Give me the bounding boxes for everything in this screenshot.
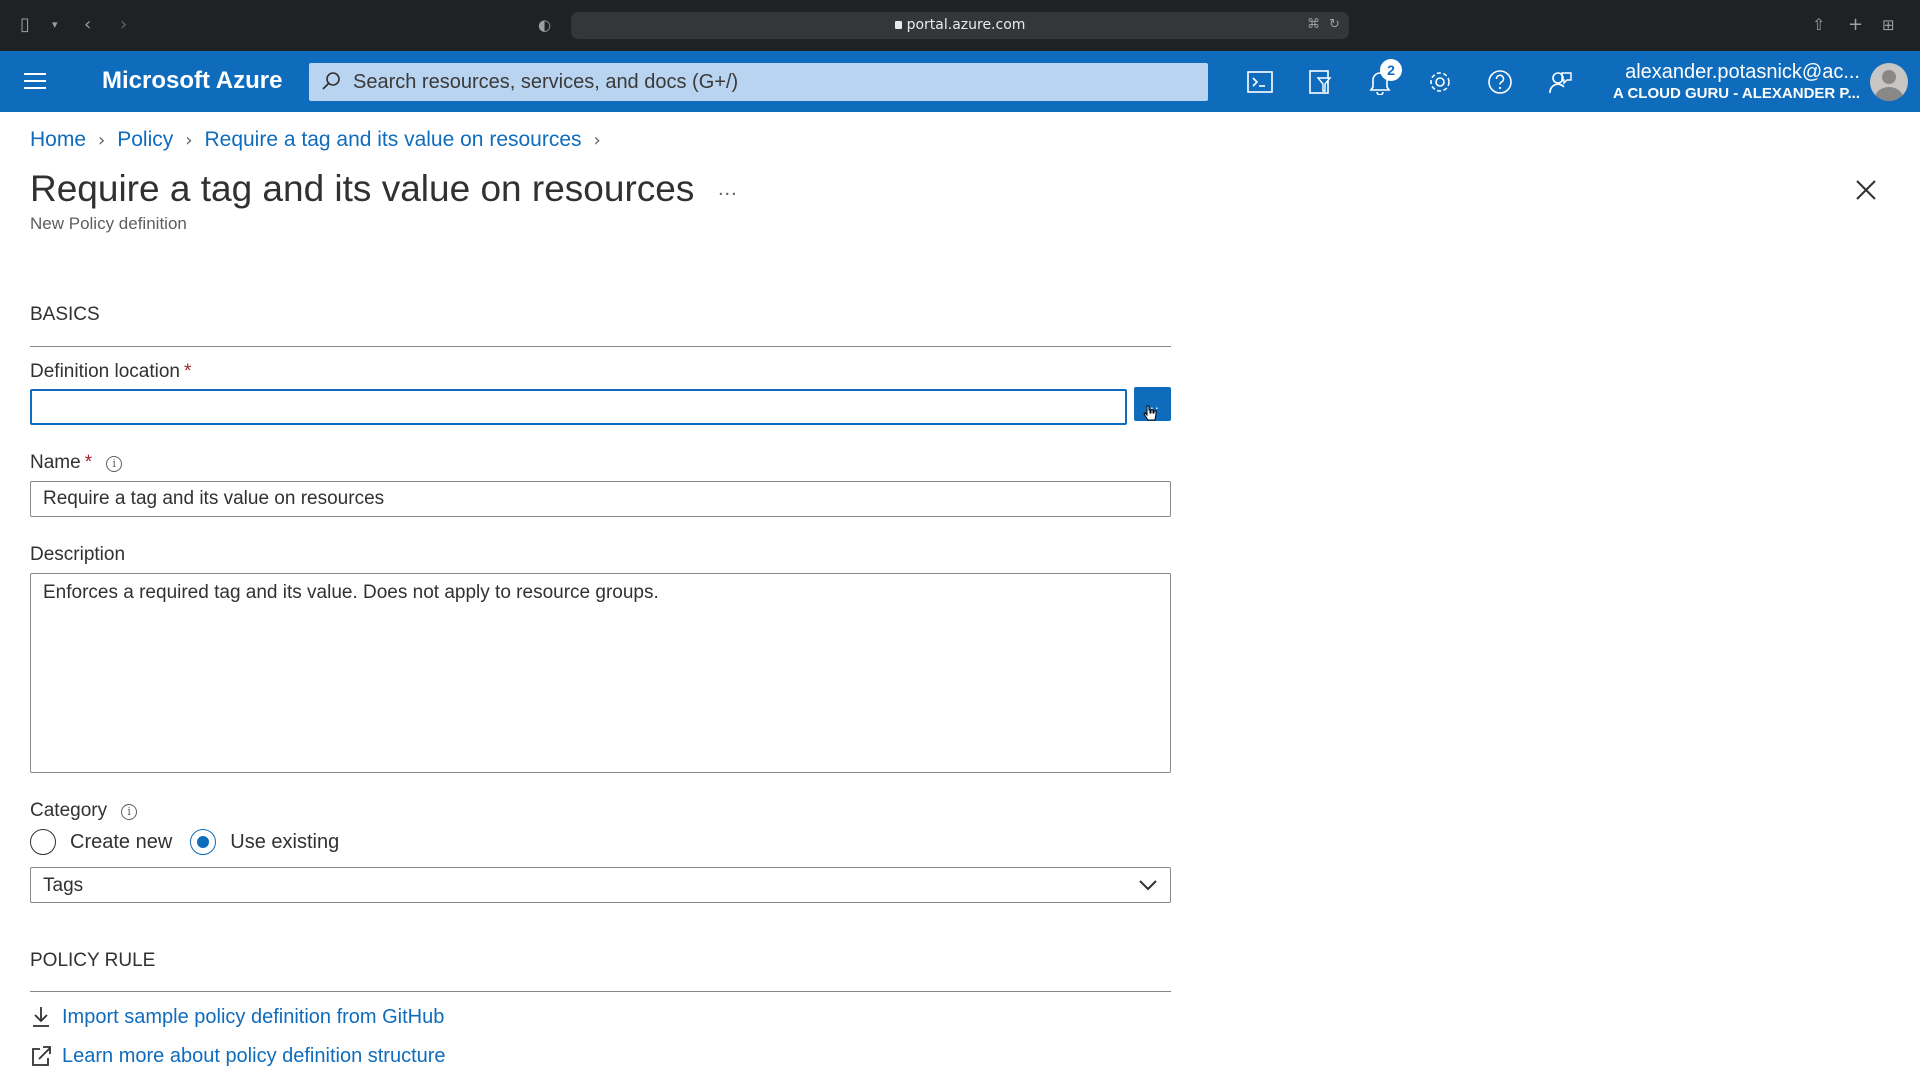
- description-textarea[interactable]: Enforces a required tag and its value. D…: [30, 573, 1171, 773]
- share-icon[interactable]: ⇧: [1812, 14, 1825, 36]
- name-input[interactable]: [30, 481, 1171, 517]
- chevron-down-icon: [1139, 880, 1157, 891]
- description-label: Description: [30, 544, 126, 565]
- directory-filter-icon[interactable]: [1305, 67, 1335, 97]
- feedback-icon[interactable]: [1545, 67, 1575, 97]
- breadcrumb-policy-definition[interactable]: Require a tag and its value on resources: [204, 128, 581, 152]
- chevron-right-icon: ›: [98, 129, 106, 151]
- download-icon: [33, 1007, 49, 1027]
- url-text: portal.azure.com: [906, 17, 1026, 33]
- required-marker: *: [183, 361, 192, 382]
- category-radio-group: Create new Use existing: [30, 829, 357, 855]
- cloud-shell-icon[interactable]: [1245, 67, 1275, 97]
- lock-icon: [894, 21, 902, 29]
- breadcrumb-policy[interactable]: Policy: [117, 128, 173, 152]
- chevron-right-icon: ›: [185, 129, 193, 151]
- search-icon: [322, 72, 340, 90]
- section-divider: [30, 991, 1171, 992]
- required-marker: *: [84, 452, 93, 473]
- page-subtitle: New Policy definition: [30, 214, 187, 233]
- import-sample-link[interactable]: Import sample policy definition from Git…: [62, 1006, 444, 1029]
- name-label: Name * i: [30, 452, 123, 474]
- reload-icon[interactable]: ↻: [1329, 17, 1340, 32]
- chevron-down-icon[interactable]: ▾: [52, 14, 58, 36]
- import-sample-link-row: Import sample policy definition from Git…: [30, 1005, 444, 1029]
- info-icon[interactable]: i: [121, 804, 138, 820]
- category-label: Category i: [30, 800, 138, 822]
- translate-icon[interactable]: ⌘: [1307, 17, 1320, 32]
- pointer-cursor-icon: [1143, 405, 1157, 421]
- tab-overview-icon[interactable]: ⊞: [1882, 14, 1895, 36]
- avatar[interactable]: [1870, 63, 1908, 101]
- browser-toolbar: ▯ ▾ ‹ › ◐ portal.azure.com ⌘ ↻ ⇧ + ⊞: [0, 0, 1920, 51]
- gear-icon[interactable]: [1425, 67, 1455, 97]
- shield-icon[interactable]: ◐: [538, 14, 551, 36]
- category-dropdown[interactable]: Tags: [30, 867, 1171, 903]
- menu-icon[interactable]: [24, 73, 46, 89]
- sidebar-toggle-icon[interactable]: ▯: [20, 14, 30, 36]
- info-icon[interactable]: i: [106, 456, 123, 472]
- policy-rule-section-title: POLICY RULE: [30, 950, 156, 971]
- new-tab-icon[interactable]: +: [1848, 14, 1863, 36]
- account-email: alexander.potasnick@ac...: [1625, 61, 1860, 83]
- definition-location-label: Definition location *: [30, 361, 192, 382]
- learn-more-link[interactable]: Learn more about policy definition struc…: [62, 1045, 446, 1068]
- breadcrumb-home[interactable]: Home: [30, 128, 86, 152]
- forward-icon[interactable]: ›: [120, 14, 127, 36]
- back-icon[interactable]: ‹: [84, 14, 91, 36]
- breadcrumb: Home › Policy › Require a tag and its va…: [30, 128, 613, 152]
- search-input[interactable]: [353, 63, 1193, 101]
- account-directory: A CLOUD GURU - ALEXANDER P...: [1613, 85, 1860, 102]
- section-divider: [30, 346, 1171, 347]
- radio-use-existing[interactable]: Use existing: [190, 829, 339, 855]
- category-selected-value: Tags: [43, 875, 84, 896]
- learn-more-link-row: Learn more about policy definition struc…: [30, 1044, 446, 1068]
- address-bar[interactable]: portal.azure.com ⌘ ↻: [571, 12, 1349, 39]
- global-search[interactable]: [309, 63, 1208, 101]
- radio-create-new[interactable]: Create new: [30, 829, 172, 855]
- brand-name[interactable]: Microsoft Azure: [102, 67, 282, 95]
- radio-button[interactable]: [30, 829, 56, 855]
- portal-header: Microsoft Azure 2 alexander.potasnick@ac…: [0, 51, 1920, 112]
- close-icon[interactable]: [1853, 177, 1879, 203]
- basics-section-title: BASICS: [30, 304, 100, 325]
- definition-location-input[interactable]: [30, 389, 1127, 425]
- radio-button-checked[interactable]: [190, 829, 217, 855]
- help-icon[interactable]: [1485, 67, 1515, 97]
- external-link-icon: [32, 1046, 51, 1066]
- chevron-right-icon: ›: [593, 129, 601, 151]
- notification-badge: 2: [1380, 59, 1402, 81]
- account-info[interactable]: alexander.potasnick@ac... A CLOUD GURU -…: [1600, 61, 1860, 102]
- more-options-button[interactable]: ...: [718, 178, 738, 201]
- page-title: Require a tag and its value on resources: [30, 168, 695, 209]
